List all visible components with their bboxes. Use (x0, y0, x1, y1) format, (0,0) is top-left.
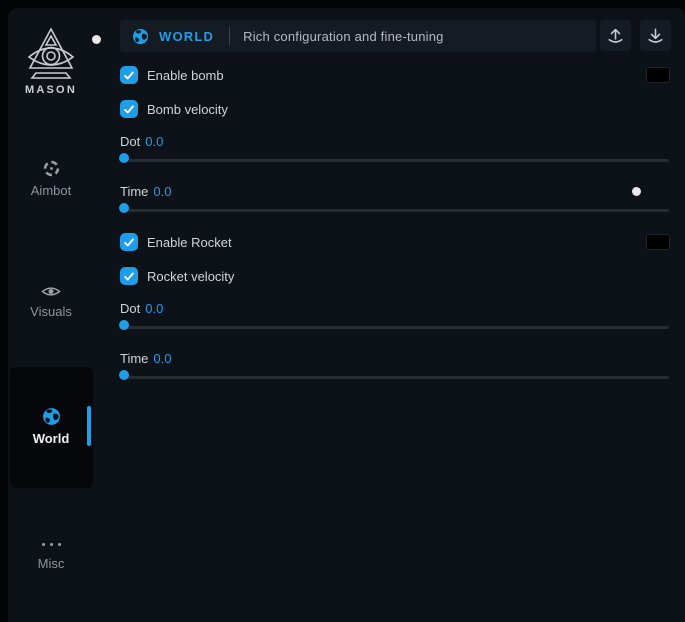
sidebar-active-indicator (87, 406, 91, 446)
globe-icon (132, 28, 149, 45)
check-icon (123, 237, 135, 248)
check-icon (123, 70, 135, 81)
sidebar-item-label: Misc (16, 556, 86, 571)
crosshair-icon (16, 159, 86, 178)
sidebar-item-label: Aimbot (16, 183, 86, 198)
slider-label: Dot0.0 (120, 301, 163, 315)
download-icon (646, 26, 665, 45)
time-slider-track[interactable] (120, 209, 669, 212)
sidebar-item-visuals[interactable]: Visuals (16, 284, 86, 319)
sidebar-item-label: Visuals (16, 304, 86, 319)
slider-value: 0.0 (145, 301, 163, 316)
sidebar-item-aimbot[interactable]: Aimbot (16, 159, 86, 198)
slider-label: Time0.0 (120, 351, 171, 365)
rocket-color-swatch[interactable] (646, 234, 670, 250)
cursor-dot (632, 187, 641, 196)
slider-label: Dot0.0 (120, 134, 163, 148)
logo-wordmark: MASON (16, 84, 86, 96)
enable-bomb-checkbox[interactable] (120, 66, 138, 84)
slider-label: Time0.0 (120, 184, 171, 198)
check-icon (123, 271, 135, 282)
checkbox-label: Rocket velocity (147, 269, 234, 284)
sidebar-item-label: World (16, 431, 86, 446)
checkbox-row: Enable Rocket (120, 233, 669, 251)
time-slider-handle[interactable] (119, 203, 129, 213)
header-tab-bar: WORLD Rich configuration and fine-tuning (120, 20, 596, 52)
eye-icon (16, 284, 86, 299)
checkbox-label: Enable Rocket (147, 235, 232, 250)
rocket-velocity-checkbox[interactable] (120, 267, 138, 285)
sidebar-item-misc[interactable]: Misc (16, 533, 86, 571)
dot-slider-track[interactable] (120, 326, 669, 329)
checkbox-row: Bomb velocity (120, 100, 669, 118)
enable-rocket-checkbox[interactable] (120, 233, 138, 251)
export-config-button[interactable] (600, 20, 631, 51)
globe-icon (16, 407, 86, 426)
cursor-dot (92, 35, 101, 44)
import-config-button[interactable] (640, 20, 671, 51)
dot-slider-handle[interactable] (119, 320, 129, 330)
header-divider (229, 27, 230, 45)
sidebar-item-world[interactable]: World (16, 407, 86, 446)
checkbox-label: Bomb velocity (147, 102, 228, 117)
ellipsis-icon (42, 537, 61, 546)
check-icon (123, 104, 135, 115)
time-slider-track[interactable] (120, 376, 669, 379)
header-subtitle: Rich configuration and fine-tuning (243, 29, 443, 44)
bomb-velocity-checkbox[interactable] (120, 100, 138, 118)
slider-value: 0.0 (145, 134, 163, 149)
active-tab-title: WORLD (159, 29, 214, 44)
slider-value: 0.0 (153, 184, 171, 199)
slider-value: 0.0 (153, 351, 171, 366)
bomb-color-swatch[interactable] (646, 67, 670, 83)
time-slider-handle[interactable] (119, 370, 129, 380)
mason-logo-icon (25, 26, 77, 82)
checkbox-row: Rocket velocity (120, 267, 669, 285)
checkbox-row: Enable bomb (120, 66, 669, 84)
dot-slider-handle[interactable] (119, 153, 129, 163)
upload-icon (606, 26, 625, 45)
checkbox-label: Enable bomb (147, 68, 224, 83)
dot-slider-track[interactable] (120, 159, 669, 162)
